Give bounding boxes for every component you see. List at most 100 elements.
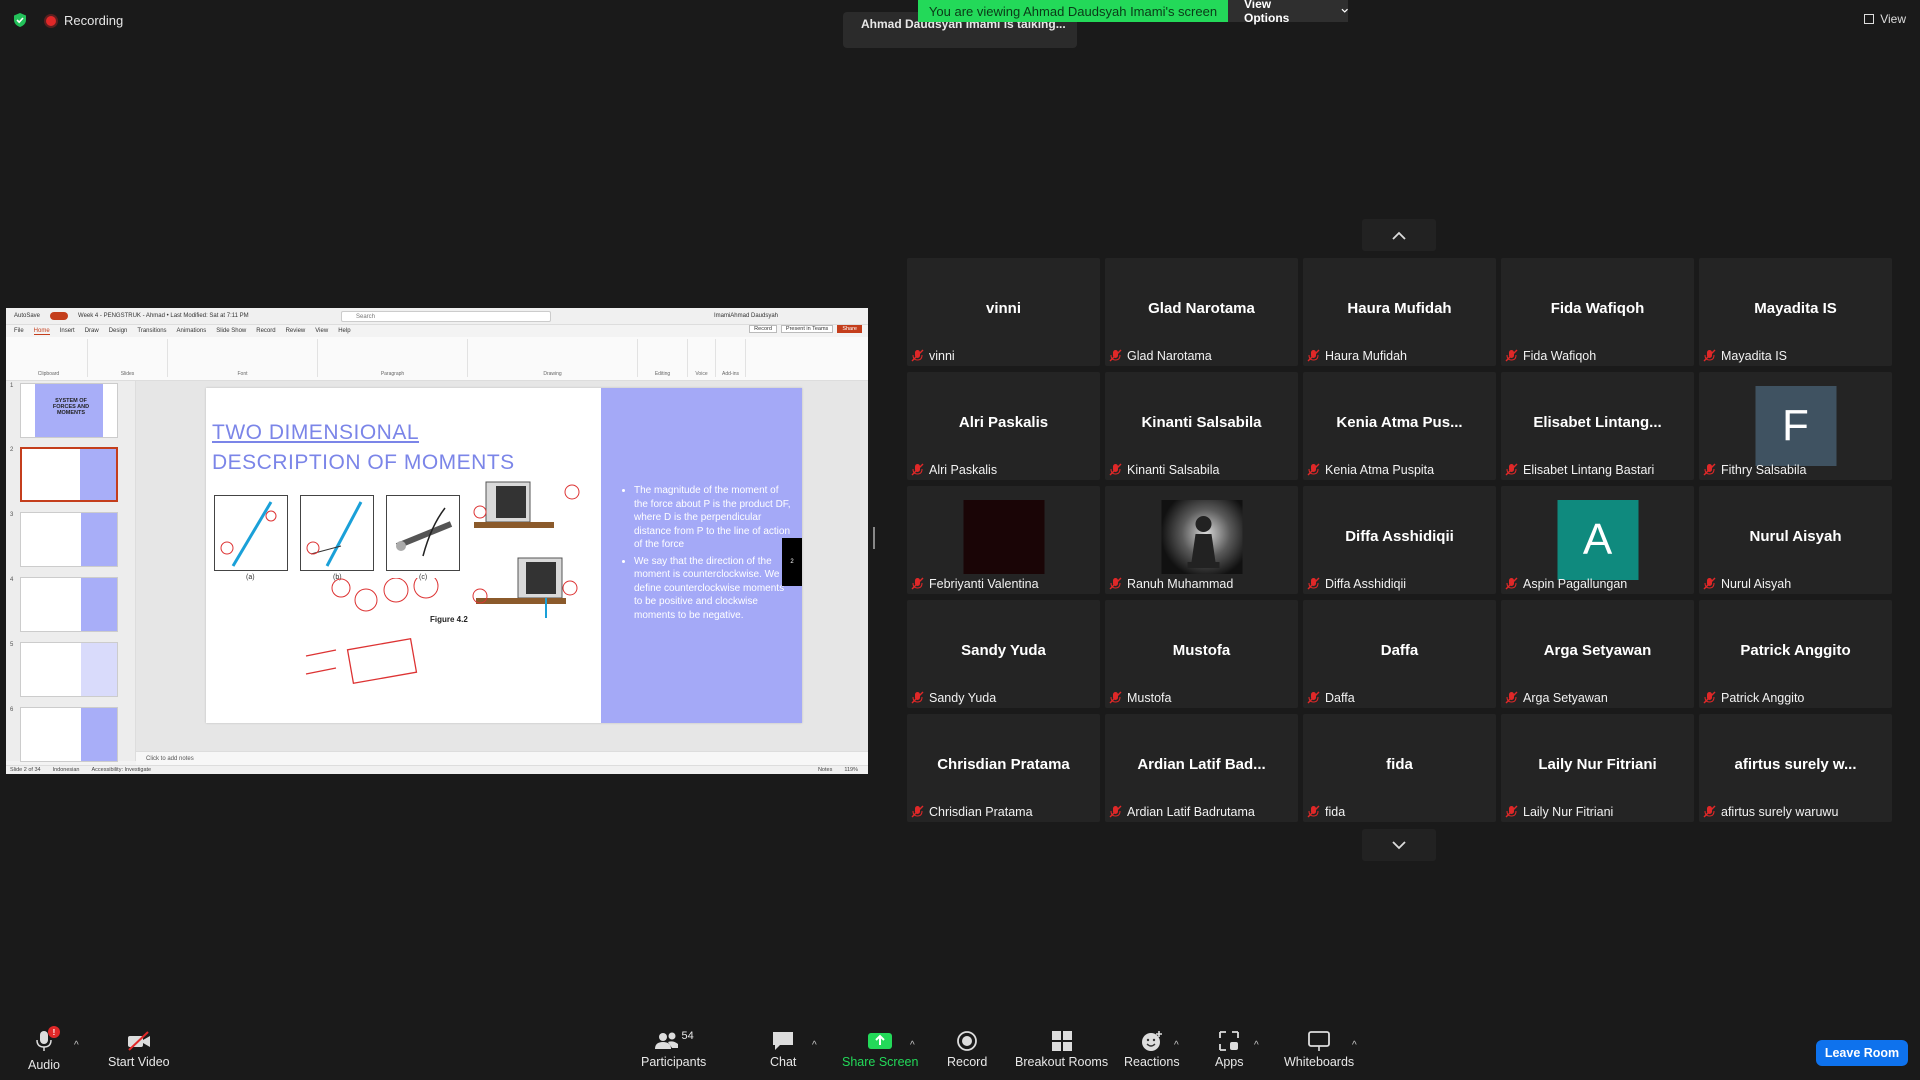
- slide-thumbnail-1[interactable]: SYSTEM OF FORCES AND MOMENTS: [20, 383, 118, 438]
- chat-button[interactable]: Chat: [770, 1030, 796, 1069]
- muted-microphone-icon: [1505, 577, 1518, 590]
- whiteboards-options-caret[interactable]: ^: [1352, 1040, 1357, 1051]
- ribbon-addins[interactable]: Add-ins: [716, 339, 746, 377]
- pp-share-button[interactable]: Share: [837, 325, 862, 333]
- split-view-handle[interactable]: [873, 527, 875, 549]
- slide-thumbnail-5[interactable]: [20, 642, 118, 697]
- menu-insert[interactable]: Insert: [60, 328, 75, 334]
- ribbon-editing[interactable]: Editing: [638, 339, 688, 377]
- ribbon-voice[interactable]: Voice: [688, 339, 716, 377]
- participant-tile[interactable]: afirtus surely w... afirtus surely waruwu: [1699, 714, 1892, 822]
- participant-tile[interactable]: Mustofa Mustofa: [1105, 600, 1298, 708]
- slide-thumbnail-3[interactable]: [20, 512, 118, 567]
- pp-record-button[interactable]: Record: [749, 325, 777, 333]
- muted-microphone-icon: [911, 577, 924, 590]
- menu-help[interactable]: Help: [338, 328, 350, 334]
- record-button[interactable]: Record: [947, 1030, 987, 1069]
- slide-canvas[interactable]: TWO DIMENSIONAL DESCRIPTION OF MOMENTS (…: [136, 381, 868, 751]
- participant-name-label: Febriyanti Valentina: [929, 577, 1039, 591]
- slide-page-tab: 2: [782, 538, 802, 586]
- reactions-button[interactable]: Reactions: [1124, 1030, 1180, 1069]
- notes-field[interactable]: Click to add notes: [136, 751, 868, 765]
- slide-thumbnail-6[interactable]: [20, 707, 118, 762]
- security-shield-icon[interactable]: [12, 12, 28, 28]
- participant-tile[interactable]: Patrick Anggito Patrick Anggito: [1699, 600, 1892, 708]
- slide-thumbnail-2[interactable]: [20, 447, 118, 502]
- muted-microphone-icon: [1109, 805, 1122, 818]
- participant-tile[interactable]: Laily Nur Fitriani Laily Nur Fitriani: [1501, 714, 1694, 822]
- menu-review[interactable]: Review: [286, 328, 306, 334]
- powerpoint-search[interactable]: Search: [341, 310, 551, 322]
- menu-transitions[interactable]: Transitions: [137, 328, 166, 334]
- participant-tile[interactable]: Daffa Daffa: [1303, 600, 1496, 708]
- reactions-options-caret[interactable]: ^: [1174, 1040, 1179, 1051]
- apps-icon: [1219, 1031, 1240, 1051]
- participant-tile[interactable]: Diffa Asshidiqii Diffa Asshidiqii: [1303, 486, 1496, 594]
- participant-tile[interactable]: Ranuh Muhammad: [1105, 486, 1298, 594]
- participant-tile[interactable]: Mayadita IS Mayadita IS: [1699, 258, 1892, 366]
- participant-name-label: Haura Mufidah: [1325, 349, 1407, 363]
- ribbon-drawing[interactable]: Drawing: [468, 339, 638, 377]
- zoom-level[interactable]: 119%: [844, 767, 858, 773]
- participant-tile[interactable]: fida fida: [1303, 714, 1496, 822]
- menu-file[interactable]: File: [14, 328, 24, 334]
- ribbon-font[interactable]: Font: [168, 339, 318, 377]
- apps-options-caret[interactable]: ^: [1254, 1040, 1259, 1051]
- participant-tile[interactable]: A Aspin Pagallungan: [1501, 486, 1694, 594]
- view-options-button[interactable]: View Options: [1228, 0, 1348, 25]
- participant-tile[interactable]: Chrisdian Pratama Chrisdian Pratama: [907, 714, 1100, 822]
- ribbon-clipboard[interactable]: Clipboard: [10, 339, 88, 377]
- menu-view[interactable]: View: [315, 328, 328, 334]
- powerpoint-menu: File Home Insert Draw Design Transitions…: [6, 325, 868, 337]
- reactions-label: Reactions: [1124, 1055, 1180, 1069]
- participant-tile[interactable]: Arga Setyawan Arga Setyawan: [1501, 600, 1694, 708]
- participant-tile[interactable]: Alri Paskalis Alri Paskalis: [907, 372, 1100, 480]
- participant-display-name: Diffa Asshidiqii: [1345, 528, 1454, 545]
- participant-tile[interactable]: Elisabet Lintang... Elisabet Lintang Bast…: [1501, 372, 1694, 480]
- figure-c: [386, 495, 460, 571]
- participant-tile[interactable]: Sandy Yuda Sandy Yuda: [907, 600, 1100, 708]
- audio-options-caret[interactable]: ^: [74, 1040, 79, 1051]
- participants-button[interactable]: 54 Participants: [641, 1030, 706, 1069]
- view-button[interactable]: View: [1864, 12, 1906, 26]
- recording-indicator[interactable]: Recording: [46, 13, 123, 28]
- share-options-caret[interactable]: ^: [910, 1040, 915, 1051]
- ribbon-slides[interactable]: Slides: [88, 339, 168, 377]
- start-video-button[interactable]: Start Video: [108, 1030, 170, 1069]
- participant-tile[interactable]: vinni vinni: [907, 258, 1100, 366]
- menu-animations[interactable]: Animations: [177, 328, 207, 334]
- whiteboards-button[interactable]: Whiteboards: [1284, 1030, 1354, 1069]
- participant-tile[interactable]: Haura Mufidah Haura Mufidah: [1303, 258, 1496, 366]
- participant-tile[interactable]: Glad Narotama Glad Narotama: [1105, 258, 1298, 366]
- participant-tile[interactable]: Ardian Latif Bad... Ardian Latif Badrutam…: [1105, 714, 1298, 822]
- share-screen-button[interactable]: Share Screen: [842, 1030, 918, 1069]
- gallery-scroll-up-button[interactable]: [1362, 219, 1436, 251]
- menu-home[interactable]: Home: [33, 328, 50, 335]
- participant-tile[interactable]: F Fithry Salsabila: [1699, 372, 1892, 480]
- menu-draw[interactable]: Draw: [85, 328, 99, 334]
- slide-thumbnail-4[interactable]: [20, 577, 118, 632]
- pp-present-button[interactable]: Present in Teams: [780, 325, 834, 333]
- current-slide[interactable]: TWO DIMENSIONAL DESCRIPTION OF MOMENTS (…: [206, 388, 802, 723]
- participant-tile[interactable]: Nurul Aisyah Nurul Aisyah: [1699, 486, 1892, 594]
- muted-microphone-icon: [1703, 577, 1716, 590]
- participant-tile[interactable]: Febriyanti Valentina: [907, 486, 1100, 594]
- chat-options-caret[interactable]: ^: [812, 1040, 817, 1051]
- slide-thumbnails[interactable]: 1 SYSTEM OF FORCES AND MOMENTS 2 3 4 5 6: [6, 381, 136, 762]
- menu-slide-show[interactable]: Slide Show: [216, 328, 246, 334]
- apps-button[interactable]: Apps: [1215, 1030, 1244, 1069]
- audio-button[interactable]: ! Audio: [28, 1026, 60, 1072]
- shared-screen[interactable]: AutoSave Week 4 - PENGSTRUK - Ahmad • La…: [6, 308, 868, 774]
- menu-design[interactable]: Design: [109, 328, 128, 334]
- breakout-rooms-button[interactable]: Breakout Rooms: [1015, 1030, 1108, 1069]
- participant-name-label: Fithry Salsabila: [1721, 463, 1807, 477]
- autosave-toggle[interactable]: [50, 312, 69, 320]
- leave-room-button[interactable]: Leave Room: [1816, 1040, 1908, 1066]
- breakout-rooms-icon: [1051, 1031, 1072, 1051]
- participant-tile[interactable]: Kinanti Salsabila Kinanti Salsabila: [1105, 372, 1298, 480]
- participant-tile[interactable]: Fida Wafiqoh Fida Wafiqoh: [1501, 258, 1694, 366]
- gallery-scroll-down-button[interactable]: [1362, 829, 1436, 861]
- participant-tile[interactable]: Kenia Atma Pus... Kenia Atma Puspita: [1303, 372, 1496, 480]
- ribbon-paragraph[interactable]: Paragraph: [318, 339, 468, 377]
- menu-record[interactable]: Record: [256, 328, 275, 334]
